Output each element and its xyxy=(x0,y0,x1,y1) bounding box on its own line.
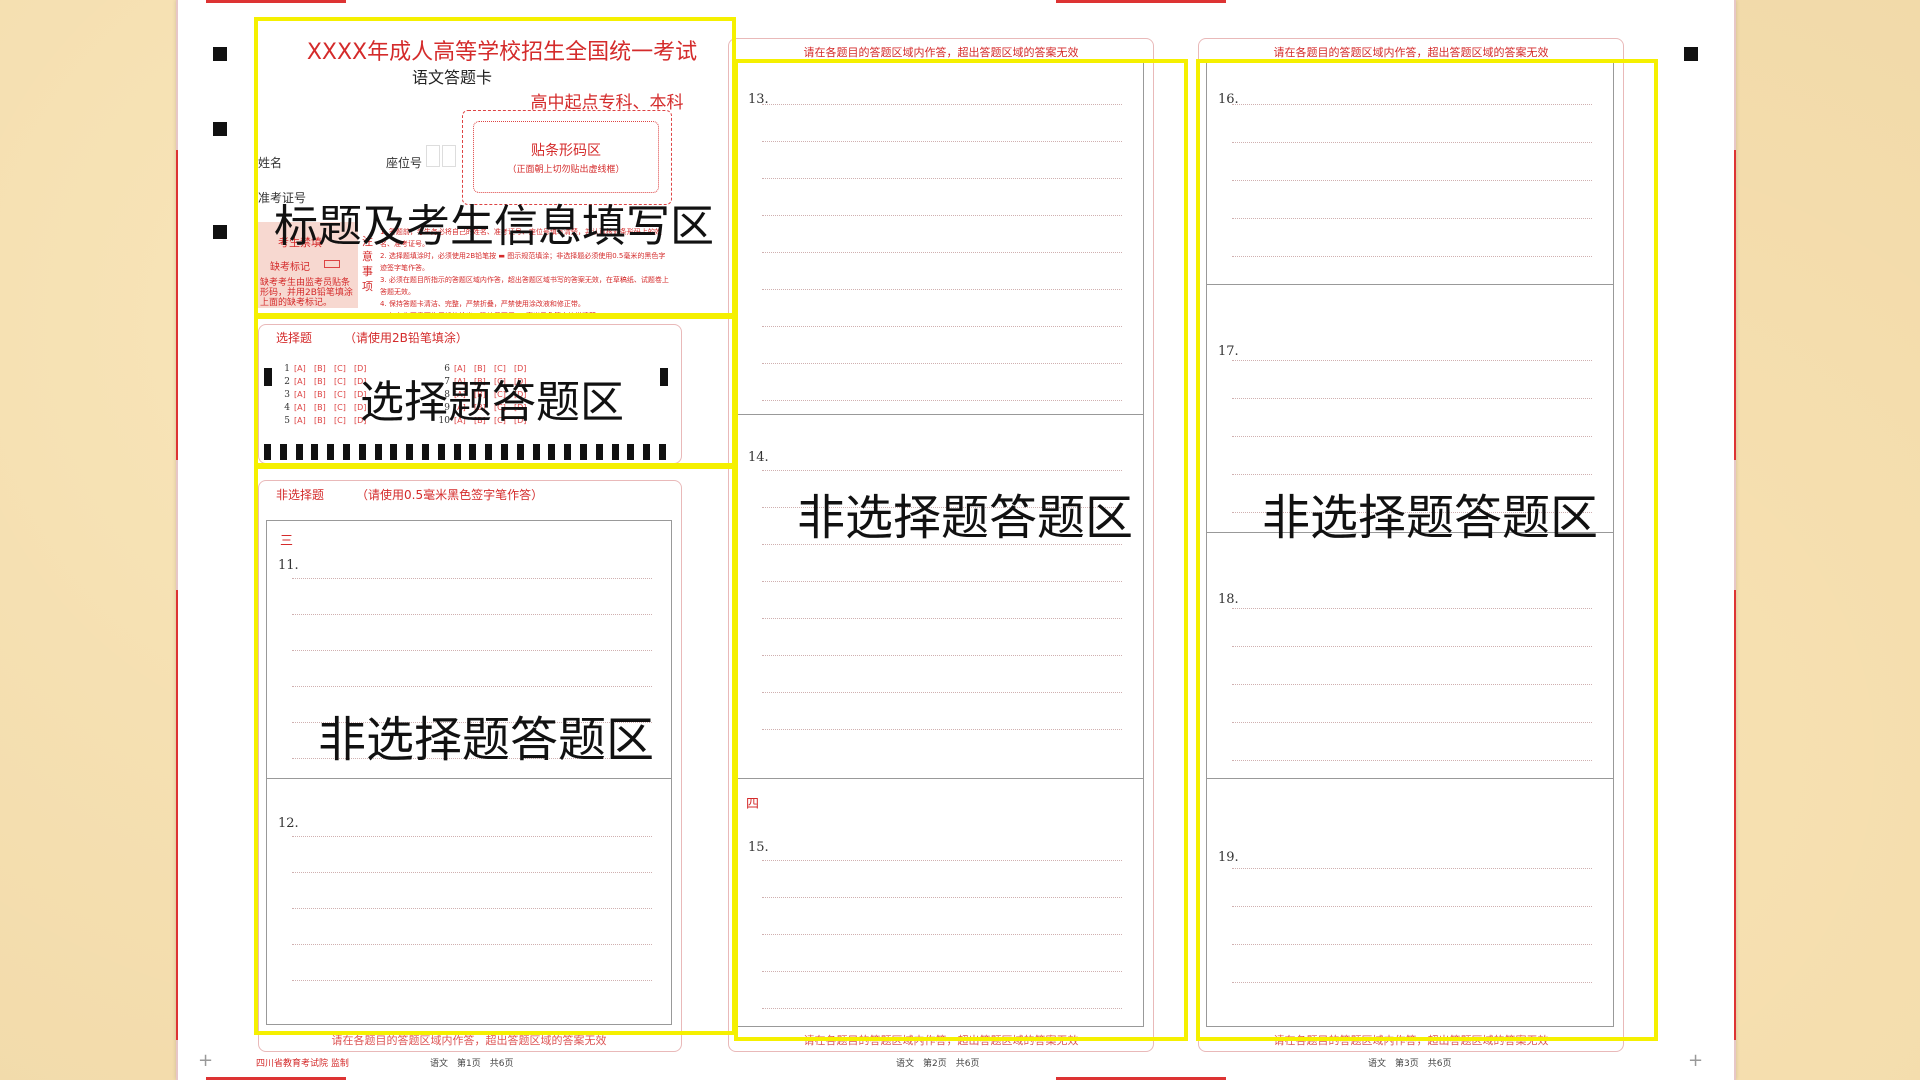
footer-page: 语文 第2页 共6页 xyxy=(896,1059,980,1069)
footer-page: 语文 第3页 共6页 xyxy=(1368,1059,1452,1069)
nonchoice-region-label: 非选择题答题区 xyxy=(318,712,655,768)
choice-region-label: 选择题答题区 xyxy=(360,377,624,428)
registration-mark xyxy=(1684,47,1698,61)
crosshair-icon: + xyxy=(1688,1050,1704,1071)
header-region-box xyxy=(254,17,736,317)
nonchoice-region-label: 非选择题答题区 xyxy=(797,490,1134,546)
header-region-label: 标题及考生信息填写区 xyxy=(274,201,714,252)
registration-mark xyxy=(213,47,227,61)
edge-mark xyxy=(176,590,178,1040)
nonchoice-region-box-col3 xyxy=(1196,59,1658,1041)
crosshair-icon: + xyxy=(198,1050,214,1071)
registration-mark xyxy=(213,225,227,239)
edge-mark xyxy=(1734,590,1736,1040)
nonchoice-region-box-col2 xyxy=(734,59,1188,1041)
warning-text: 请在各题目的答题区域内作答，超出答题区域的答案无效 xyxy=(803,46,1079,59)
warning-text: 请在各题目的答题区域内作答，超出答题区域的答案无效 xyxy=(1273,46,1549,59)
registration-mark xyxy=(213,122,227,136)
nonchoice-region-label: 非选择题答题区 xyxy=(1262,490,1599,546)
edge-mark xyxy=(206,0,346,3)
edge-mark xyxy=(176,150,178,460)
footer-org: 四川省教育考试院 监制 xyxy=(256,1059,349,1069)
edge-mark xyxy=(1056,0,1226,3)
edge-mark xyxy=(1734,150,1736,460)
footer-page: 语文 第1页 共6页 xyxy=(430,1059,514,1069)
